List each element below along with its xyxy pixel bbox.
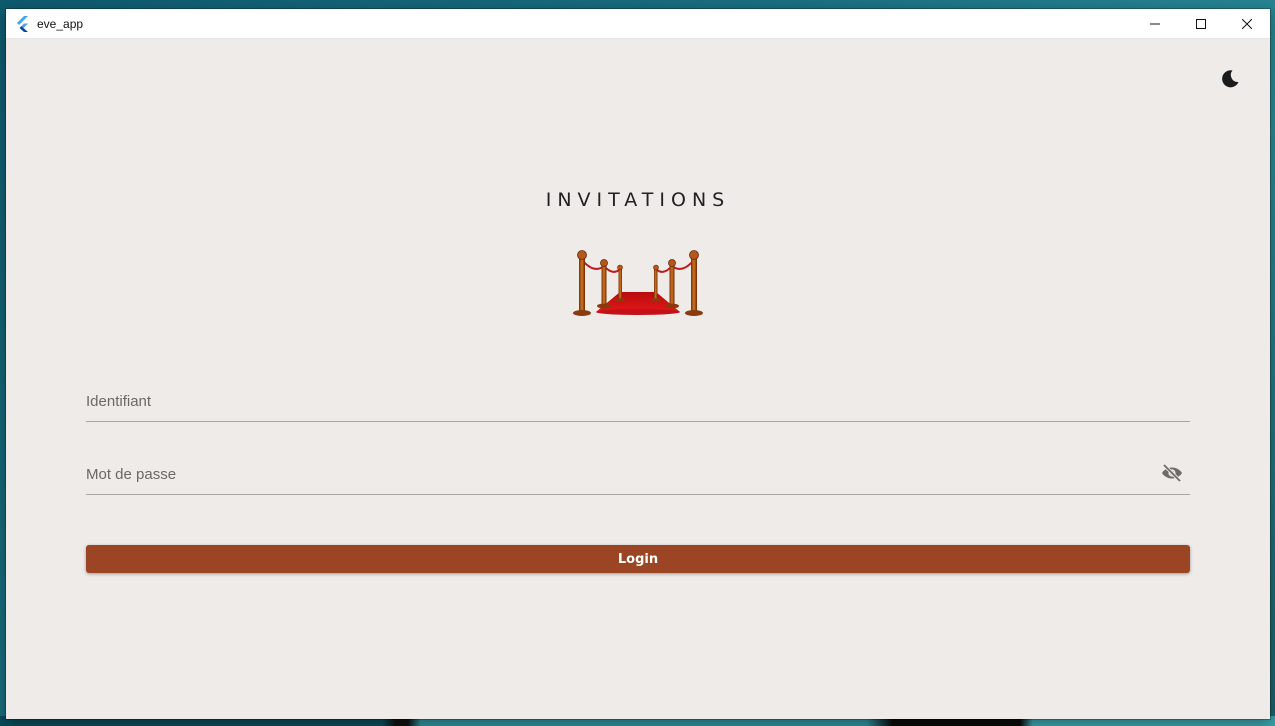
moon-icon bbox=[1222, 70, 1239, 88]
title-bar[interactable]: eve_app bbox=[6, 9, 1270, 39]
app-window: eve_app INVITATIONS Identifiant Login bbox=[6, 9, 1270, 719]
close-icon bbox=[1242, 18, 1252, 29]
close-button[interactable] bbox=[1224, 9, 1270, 38]
eye-off-icon bbox=[1162, 463, 1182, 483]
password-visibility-toggle[interactable] bbox=[1160, 461, 1184, 485]
red-carpet-icon bbox=[573, 250, 703, 316]
flutter-logo-icon bbox=[15, 15, 31, 32]
minimize-icon bbox=[1150, 23, 1160, 24]
password-field bbox=[86, 452, 1190, 495]
minimize-button[interactable] bbox=[1132, 9, 1178, 38]
window-controls bbox=[1132, 9, 1270, 38]
maximize-icon bbox=[1196, 18, 1206, 29]
maximize-button[interactable] bbox=[1178, 9, 1224, 38]
login-button[interactable]: Login bbox=[86, 545, 1190, 573]
username-field bbox=[86, 379, 1190, 422]
username-input[interactable] bbox=[86, 387, 1146, 415]
password-input[interactable] bbox=[86, 460, 1146, 488]
theme-toggle-button[interactable] bbox=[1218, 67, 1242, 91]
page-title: INVITATIONS bbox=[545, 189, 731, 211]
window-title: eve_app bbox=[37, 16, 84, 31]
login-screen: INVITATIONS Identifiant Login bbox=[6, 39, 1270, 719]
